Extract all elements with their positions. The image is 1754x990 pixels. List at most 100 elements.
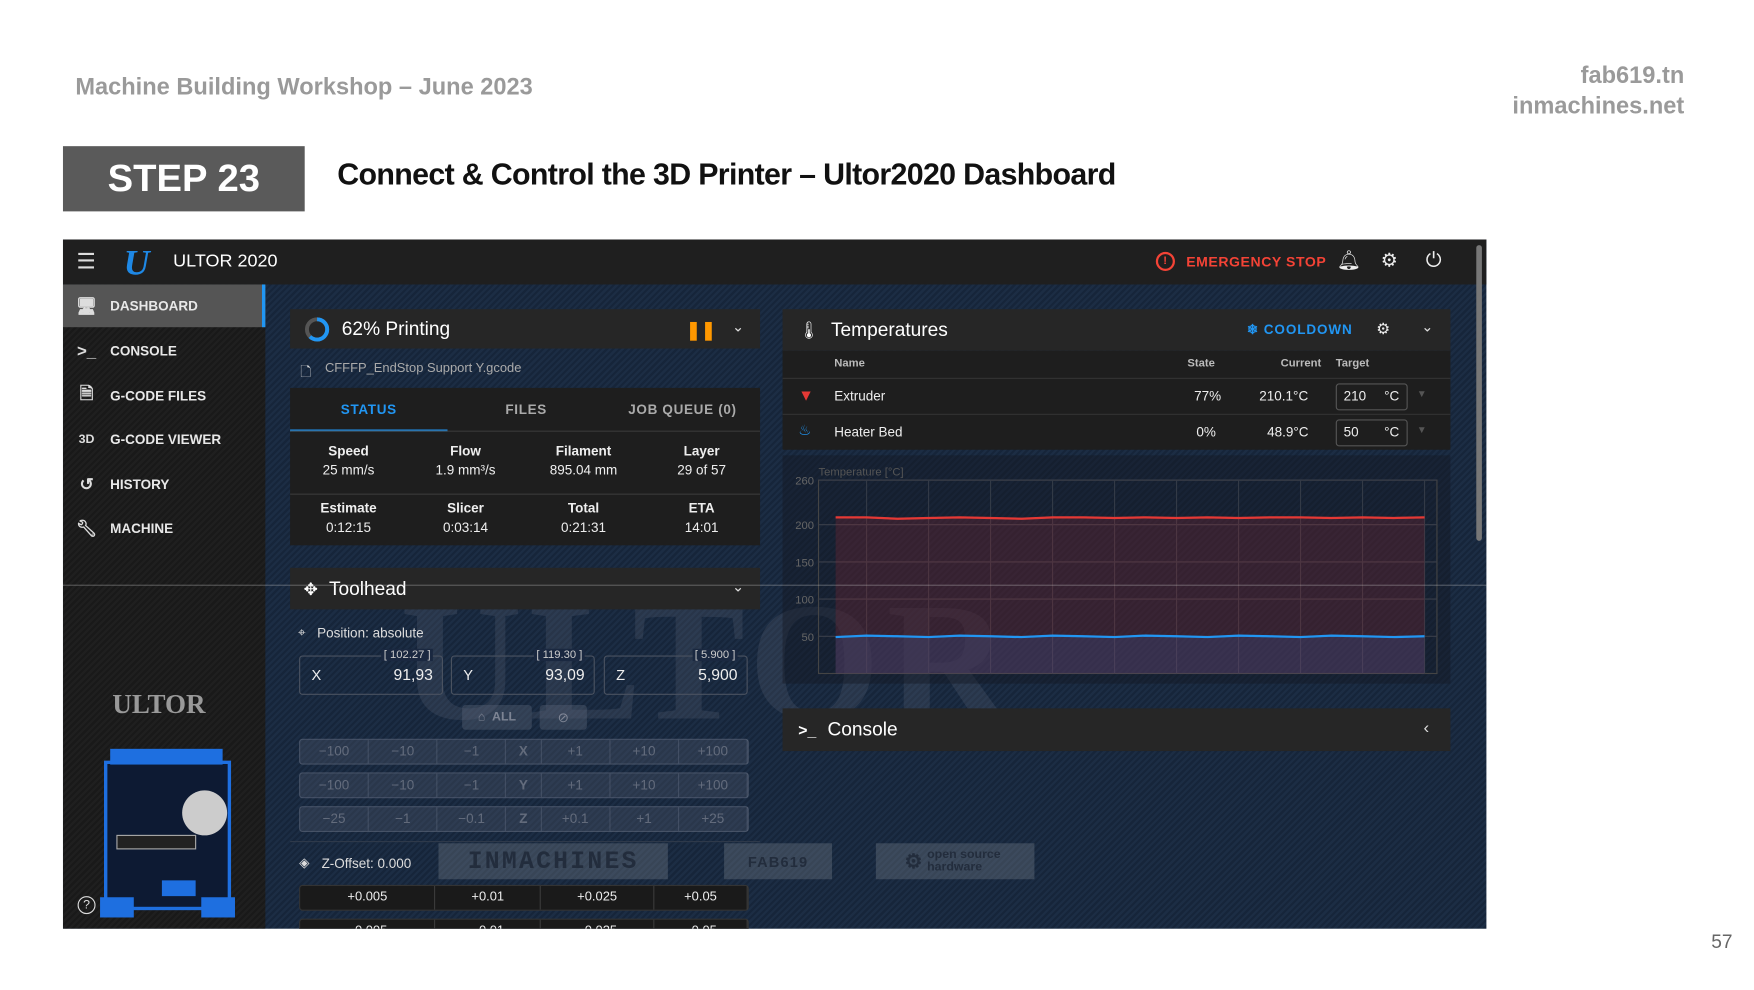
temperatures-table: Name State Current Target ▼ Extruder 77%…	[782, 350, 1451, 450]
chevron-down-icon[interactable]: ⌄	[732, 578, 744, 596]
jog-button[interactable]: −100	[300, 773, 369, 798]
step-badge: STEP 23	[62, 146, 305, 212]
jog-button[interactable]: −10	[369, 739, 438, 764]
print-status-header: 62% Printing ❚❚ ⌄	[290, 309, 761, 349]
power-icon[interactable]: ⏻	[1426, 248, 1442, 272]
site-fab619: fab619.tn	[1580, 62, 1685, 89]
jog-button[interactable]: −0.1	[438, 807, 507, 831]
z-offset-row-up: +0.005 +0.01 +0.025 +0.05	[299, 884, 749, 911]
monitor-dashboard-icon: 🖥︎	[75, 296, 98, 316]
slide-title: Connect & Control the 3D Printer – Ultor…	[337, 157, 1116, 192]
top-app-bar: ☰ U ULTOR 2020 ! EMERGENCY STOP 🔔︎ ⚙ ⏻	[62, 239, 1487, 285]
z-offset-button[interactable]: +0.01	[436, 885, 541, 910]
sidebar-item-history[interactable]: ↺ HISTORY	[63, 463, 265, 506]
z-offset-label: Z-Offset: 0.000	[321, 855, 412, 872]
home-all-button[interactable]: ⌂ ALL	[462, 704, 532, 730]
dropdown-arrow-icon[interactable]: ▼	[1417, 388, 1427, 399]
settings-cogs-icon[interactable]: ⚙	[1381, 250, 1398, 272]
gear-icon[interactable]: ⚙	[1376, 319, 1390, 338]
x-tick-label: 13:40	[1039, 682, 1067, 683]
series-area-1	[835, 635, 1425, 674]
sidebar-item-gcode-files[interactable]: 🗎 G-CODE FILES	[63, 374, 265, 417]
printer-bed	[116, 834, 197, 850]
y-tick-label: 200	[795, 520, 814, 532]
x-tick-label: 13:46	[1224, 682, 1252, 683]
z-offset-button[interactable]: +0.05	[654, 885, 748, 910]
emergency-stop-button[interactable]: ! EMERGENCY STOP	[1155, 251, 1326, 271]
x-tick-label: 13:34	[853, 682, 881, 683]
dropdown-arrow-icon[interactable]: ▼	[1417, 424, 1427, 435]
z-offset-button[interactable]: −0.005	[300, 919, 436, 929]
file-icon: 🗋	[300, 364, 312, 381]
jog-button[interactable]: +10	[610, 739, 679, 764]
y-tick-label: 150	[795, 557, 814, 569]
dashboard-screenshot: ULTOR ☰ U ULTOR 2020 ! EMERGENCY STOP 🔔︎…	[62, 239, 1487, 929]
printer-display	[161, 880, 196, 897]
x-position-field[interactable]: X 91,93 [ 102.27 ]	[299, 648, 443, 695]
jog-button[interactable]: −25	[300, 807, 369, 831]
file-document-icon: 🗎	[79, 383, 94, 404]
progress-ring-icon	[304, 316, 330, 341]
chevron-down-icon[interactable]: ⌄	[1421, 318, 1433, 336]
jog-button[interactable]: −1	[369, 807, 438, 831]
snowflake-icon: ❄	[1246, 321, 1264, 338]
jog-button[interactable]: −1	[438, 739, 507, 764]
z-offset-button[interactable]: +0.025	[541, 885, 655, 910]
jog-button[interactable]: +100	[679, 773, 748, 798]
scrollbar[interactable]	[1476, 245, 1482, 541]
move-icon: ✥	[303, 579, 318, 599]
tab-job-queue[interactable]: JOB QUEUE (0)	[605, 388, 760, 431]
y-tick-label: 50	[802, 632, 815, 644]
sidebar-item-gcode-viewer[interactable]: 3D G-CODE VIEWER	[63, 418, 265, 461]
menu-icon[interactable]: ☰	[76, 250, 95, 276]
z-position-field[interactable]: Z 5,900 [ 5.900 ]	[603, 648, 748, 695]
z-offset-button[interactable]: −0.01	[436, 919, 541, 929]
extruder-target-input[interactable]: 210 °C	[1335, 383, 1408, 411]
table-row-heater-bed: ♨ Heater Bed 0% 48.9°C 50 °C ▼	[782, 413, 1451, 450]
divider-line	[62, 584, 1487, 586]
x-tick-label: 13:52	[1410, 682, 1438, 683]
chevron-down-icon[interactable]: ⌄	[732, 318, 744, 336]
cooldown-button[interactable]: ❄ COOLDOWN	[1247, 322, 1353, 338]
workshop-subtitle: Machine Building Workshop – June 2023	[75, 74, 533, 101]
chevron-left-icon[interactable]: ‹	[1423, 718, 1429, 737]
y-position-field[interactable]: Y 93,09 [ 119.30 ]	[450, 648, 595, 695]
divider	[290, 841, 761, 843]
temperatures-title: Temperatures	[830, 318, 948, 341]
z-offset-button[interactable]: −0.05	[654, 919, 748, 929]
site-inmachines: inmachines.net	[1512, 93, 1685, 120]
sidebar-item-console[interactable]: >_ CONSOLE	[63, 329, 265, 372]
tab-status[interactable]: STATUS	[290, 388, 448, 432]
jog-button[interactable]: +10	[610, 773, 679, 798]
console-icon: >_	[76, 341, 97, 361]
printer-foot	[201, 897, 235, 918]
jog-button[interactable]: −10	[369, 773, 438, 798]
pause-button[interactable]: ❚❚	[686, 319, 716, 341]
y-axis-label: Temperature [°C]	[819, 467, 904, 479]
sidebar-item-machine[interactable]: 🔧︎ MACHINE	[63, 507, 265, 550]
stat-filament: Filament 895.04 mm	[549, 442, 618, 478]
jog-button[interactable]: +1	[541, 739, 611, 764]
jog-button[interactable]: −1	[438, 773, 507, 798]
z-offset-button[interactable]: −0.025	[541, 919, 655, 929]
console-header[interactable]: >_ Console ‹	[782, 708, 1451, 752]
jog-button[interactable]: +1	[610, 807, 679, 831]
help-icon[interactable]: ?	[77, 896, 96, 915]
z-offset-button[interactable]: +0.005	[300, 885, 436, 910]
jog-button[interactable]: −100	[300, 739, 369, 764]
x-tick-label: 13:50	[1348, 682, 1376, 683]
stat-slicer: Slicer 0:03:14	[442, 500, 488, 536]
sidebar-item-dashboard[interactable]: 🖥︎ DASHBOARD	[62, 284, 266, 328]
jog-button[interactable]: +100	[679, 739, 748, 764]
table-row-extruder: ▼ Extruder 77% 210.1°C 210 °C ▼	[782, 377, 1451, 414]
jog-button[interactable]: +25	[679, 807, 748, 831]
jog-button[interactable]: +1	[541, 773, 611, 798]
3d-icon: 3D	[78, 432, 95, 447]
jog-button[interactable]: +0.1	[541, 807, 611, 831]
osh-watermark: ⚙ open source hardware	[875, 843, 1035, 880]
position-mode: Position: absolute	[317, 625, 424, 641]
bell-icon[interactable]: 🔔︎	[1337, 250, 1361, 272]
tab-files[interactable]: FILES	[447, 388, 604, 431]
motors-off-button[interactable]: ⊘	[539, 704, 587, 730]
heater-bed-target-input[interactable]: 50 °C	[1335, 419, 1408, 447]
